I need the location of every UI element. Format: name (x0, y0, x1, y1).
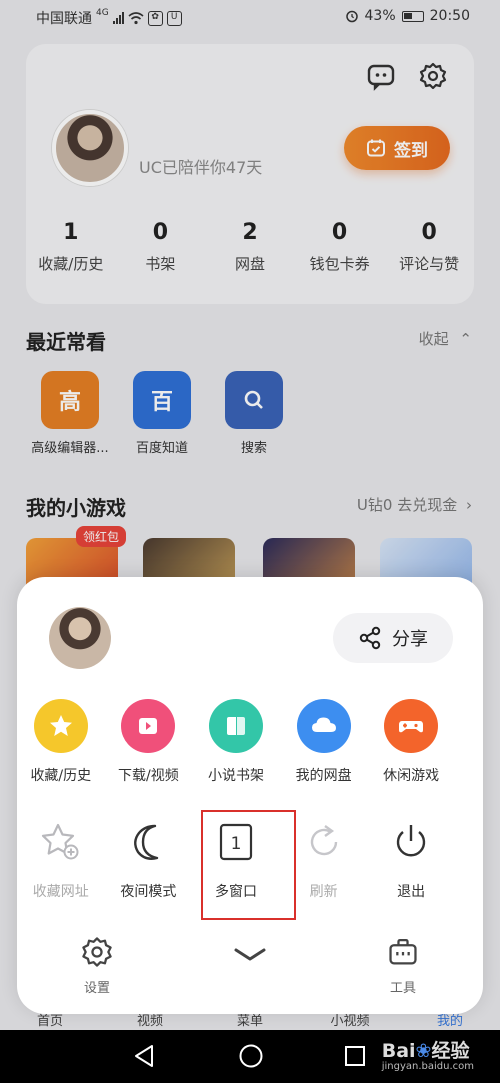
settings-gear-icon (82, 937, 112, 967)
menu-item-exit[interactable]: 退出 (367, 815, 455, 901)
highlight-box (201, 810, 296, 920)
menu-item-casual-games[interactable]: 休闲游戏 (367, 699, 455, 785)
settings-button[interactable]: 设置 (57, 935, 137, 996)
watermark-brand-cn: 经验 (431, 1040, 470, 1062)
chevron-down-icon (234, 948, 266, 961)
tools-label: 工具 (389, 981, 416, 996)
sheet-bottom-bar: 设置 工具 (17, 935, 483, 996)
settings-label: 设置 (83, 981, 110, 996)
tools-button[interactable]: 工具 (363, 935, 443, 996)
share-label: 分享 (392, 629, 428, 650)
add-bookmark-icon (34, 815, 88, 869)
watermark: Bai❀经验 jingyan.baidu.com (382, 1036, 474, 1072)
paw-icon: ❀ (415, 1040, 432, 1062)
download-video-icon (121, 699, 176, 753)
menu-item-label: 夜间模式 (120, 884, 177, 900)
menu-item-label: 小说书架 (207, 768, 264, 784)
toolbox-icon (389, 938, 417, 965)
menu-item-novel-shelf[interactable]: 小说书架 (192, 699, 280, 785)
watermark-url: jingyan.baidu.com (381, 1061, 474, 1072)
menu-item-cloud-drive[interactable]: 我的网盘 (280, 699, 368, 785)
cloud-icon (296, 699, 351, 753)
book-icon (208, 699, 263, 753)
menu-item-label: 休闲游戏 (383, 768, 440, 784)
menu-item-bookmark-url[interactable]: 收藏网址 (17, 815, 105, 901)
back-icon[interactable] (132, 1043, 156, 1069)
menu-item-night-mode[interactable]: 夜间模式 (105, 815, 193, 901)
share-button[interactable]: 分享 (333, 613, 453, 663)
recents-icon[interactable] (344, 1045, 366, 1067)
menu-item-label: 我的网盘 (295, 768, 352, 784)
star-icon (33, 699, 88, 753)
home-icon[interactable] (238, 1043, 264, 1069)
menu-item-label: 下载/视频 (118, 768, 179, 784)
menu-item-label: 收藏网址 (32, 884, 89, 900)
menu-item-label: 退出 (397, 884, 426, 900)
menu-item-downloads-video[interactable]: 下载/视频 (105, 699, 193, 785)
moon-icon (121, 815, 175, 869)
menu-item-favorites-history[interactable]: 收藏/历史 (17, 699, 105, 785)
collapse-sheet-button[interactable] (210, 945, 290, 969)
menu-item-label: 收藏/历史 (30, 768, 92, 784)
refresh-icon (297, 815, 351, 869)
share-icon (359, 626, 381, 650)
watermark-brand: Bai (381, 1040, 416, 1062)
gamepad-icon (384, 699, 439, 753)
menu-row-features: 收藏/历史 下载/视频 小说书架 我的网盘 休闲游戏 (17, 699, 483, 785)
menu-sheet: 分享 收藏/历史 下载/视频 小说书架 我的网盘 休闲游戏 收藏网址 夜间模式 … (17, 577, 483, 1014)
power-icon (384, 815, 438, 869)
sheet-avatar[interactable] (49, 607, 111, 669)
